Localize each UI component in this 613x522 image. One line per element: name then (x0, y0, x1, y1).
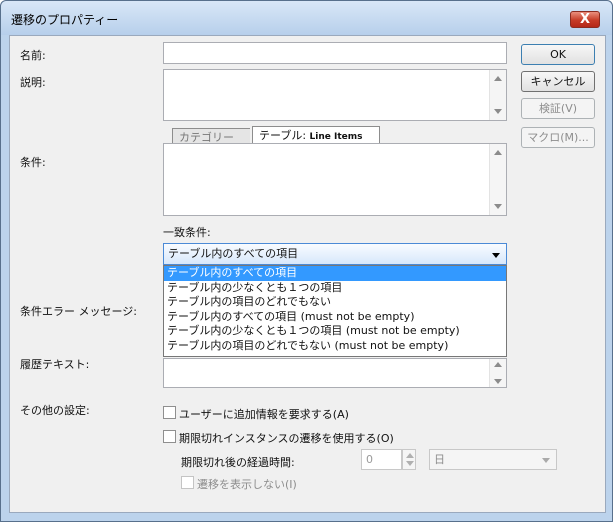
elapsed-time-stepper[interactable] (402, 449, 416, 470)
description-field[interactable] (163, 69, 507, 121)
request-info-label[interactable]: ユーザーに追加情報を要求する(A) (179, 406, 349, 422)
elapsed-unit-select[interactable]: 日 (429, 449, 557, 470)
history-text-label: 履歴テキスト: (20, 358, 90, 371)
scroll-down-icon[interactable] (494, 379, 502, 384)
request-info-checkbox[interactable] (163, 406, 176, 419)
scroll-up-icon[interactable] (494, 150, 502, 155)
condition-field[interactable] (163, 143, 507, 216)
scroll-down-icon[interactable] (494, 109, 502, 114)
match-condition-dropdown[interactable]: テーブル内のすべての項目 (163, 243, 507, 265)
verify-button[interactable]: 検証(V) (521, 98, 595, 119)
match-option[interactable]: テーブル内のすべての項目 (must not be empty) (164, 310, 506, 325)
match-option[interactable]: テーブル内の少なくとも１つの項目 (must not be empty) (164, 324, 506, 339)
match-options-list: テーブル内のすべての項目 テーブル内の少なくとも１つの項目 テーブル内の項目のど… (163, 265, 507, 357)
properties-dialog: 遷移のプロパティー X 名前: 説明: OK キャンセル 検証(V) マクロ(M… (0, 0, 613, 522)
stepper-down-icon[interactable] (406, 461, 414, 466)
history-text-field[interactable] (163, 358, 507, 388)
match-option[interactable]: テーブル内の項目のどれでもない (must not be empty) (164, 339, 506, 354)
ok-button[interactable]: OK (521, 44, 595, 65)
macro-button[interactable]: マクロ(M)... (521, 127, 595, 148)
scroll-up-icon[interactable] (494, 362, 502, 367)
stepper-up-icon[interactable] (406, 453, 414, 458)
match-option[interactable]: テーブル内の少なくとも１つの項目 (164, 281, 506, 296)
elapsed-time-field[interactable]: 0 (361, 449, 402, 470)
match-selected-value: テーブル内のすべての項目 (168, 247, 299, 260)
chevron-down-icon[interactable] (492, 253, 500, 258)
hide-transition-checkbox[interactable] (181, 476, 194, 489)
condition-scrollbar[interactable] (489, 144, 506, 215)
expired-transition-label[interactable]: 期限切れインスタンスの遷移を使用する(O) (179, 430, 394, 446)
scroll-up-icon[interactable] (494, 76, 502, 81)
name-label: 名前: (20, 49, 46, 62)
description-label: 説明: (20, 76, 46, 89)
tab-table-name: Line Items (309, 132, 363, 142)
elapsed-unit-value: 日 (434, 453, 445, 466)
close-button[interactable]: X (570, 11, 600, 28)
condition-label: 条件: (20, 156, 46, 169)
expired-transition-checkbox[interactable] (163, 430, 176, 443)
match-option[interactable]: テーブル内の項目のどれでもない (164, 295, 506, 310)
elapsed-time-label: 期限切れ後の経過時間: (181, 456, 295, 469)
history-scrollbar[interactable] (489, 359, 506, 387)
name-field[interactable] (163, 42, 507, 64)
hide-transition-label[interactable]: 遷移を表示しない(I) (197, 476, 297, 492)
dialog-content: 名前: 説明: OK キャンセル 検証(V) マクロ(M)... カテゴリー テ… (9, 35, 606, 513)
description-scrollbar[interactable] (489, 70, 506, 120)
tab-table-prefix: テーブル: (259, 129, 307, 142)
chevron-down-icon[interactable] (542, 458, 550, 463)
dialog-title: 遷移のプロパティー (11, 13, 119, 27)
condition-error-label: 条件エラー メッセージ: (20, 305, 137, 318)
scroll-down-icon[interactable] (494, 204, 502, 209)
title-bar: 遷移のプロパティー X (1, 1, 612, 35)
other-settings-label: その他の設定: (20, 404, 90, 417)
match-option[interactable]: テーブル内のすべての項目 (164, 266, 506, 281)
match-condition-label: 一致条件: (163, 226, 211, 239)
cancel-button[interactable]: キャンセル (521, 71, 595, 92)
tab-table[interactable]: テーブル: Line Items (252, 126, 380, 144)
